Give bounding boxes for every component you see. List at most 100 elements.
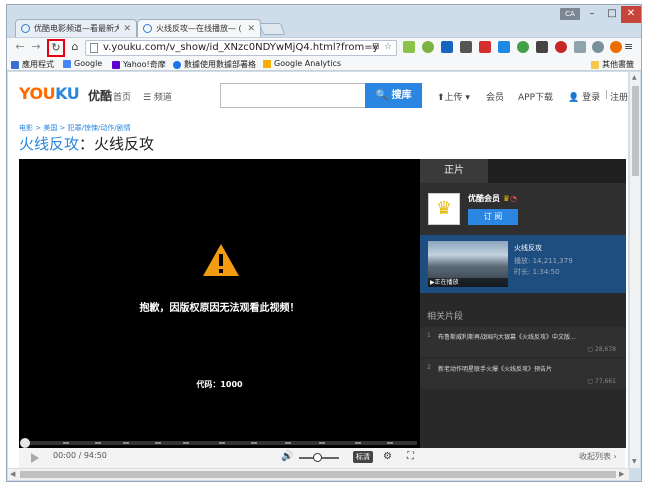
bookmark-google[interactable]: Google: [63, 59, 102, 68]
bookmark-analytics[interactable]: Google Analytics: [263, 59, 341, 68]
ext-image-icon[interactable]: [536, 41, 548, 53]
horizontal-scrollbar[interactable]: ◀ ▶: [8, 468, 629, 480]
scroll-up-icon[interactable]: ▲: [632, 74, 637, 81]
ext-red-icon[interactable]: [479, 41, 491, 53]
tab-youku-movies[interactable]: 优酷电影频道—看最新大 ✕: [15, 19, 137, 37]
close-window-button[interactable]: ✕: [621, 6, 641, 23]
scroll-down-icon[interactable]: ▼: [632, 458, 637, 465]
play-icon[interactable]: [31, 453, 39, 463]
tab-close-icon[interactable]: ✕: [247, 24, 255, 34]
video-thumbnail[interactable]: ▶正在播放: [428, 241, 508, 287]
reload-icon[interactable]: ↻: [47, 39, 65, 57]
ext-shield-icon[interactable]: [574, 41, 586, 53]
tab-close-icon[interactable]: ✕: [123, 24, 131, 34]
chevron-right-icon: ›: [613, 452, 617, 461]
search-button[interactable]: 🔍 搜库: [365, 83, 422, 108]
volume-knob[interactable]: [313, 453, 322, 462]
related-item[interactable]: 2 新老动作明星联手火爆《火线反攻》预告片 ▢ 77,661: [420, 359, 626, 389]
browser-window: 优酷电影频道—看最新大 ✕ 火线反攻—在线播放— ( ✕ CA – □ ✕ ← …: [6, 4, 642, 482]
url-text[interactable]: v.youku.com/v_show/id_XNzc0NDYwMjQ4.html…: [103, 42, 379, 53]
horizontal-scroll-thumb[interactable]: [20, 471, 616, 478]
bookmark-data[interactable]: 數據使用數據部署格: [173, 59, 256, 70]
scroll-left-icon[interactable]: ◀: [10, 470, 15, 478]
bookmark-star-icon[interactable]: ☆: [384, 42, 392, 52]
ext-android-icon[interactable]: [422, 41, 434, 53]
ext-pin-icon[interactable]: [403, 41, 415, 53]
vertical-scrollbar[interactable]: ▲ ▼: [629, 72, 640, 468]
chapter-tick: [251, 442, 257, 444]
bookmark-yahoo[interactable]: Yahoo!奇摩: [112, 59, 166, 70]
ext-green-icon[interactable]: [517, 41, 529, 53]
analytics-icon: [263, 59, 271, 68]
title-link[interactable]: 火线反攻: [19, 135, 79, 153]
translate-icon[interactable]: ⊞: [372, 42, 380, 52]
youku-favicon-icon: [21, 24, 30, 33]
vip-panel: ♛ 优酷会员 ♛◔ 订 阅: [420, 183, 626, 235]
bookmark-apps[interactable]: 應用程式: [11, 59, 54, 70]
now-playing-item[interactable]: ▶正在播放 火线反攻 播放: 14,211,379 时长: 1:34:50: [420, 235, 626, 293]
vip-name-text: 优酷会员: [468, 194, 500, 203]
title-bar: 优酷电影频道—看最新大 ✕ 火线反攻—在线播放— ( ✕ CA – □ ✕: [7, 5, 641, 37]
breadcrumb[interactable]: 电影 > 美国 > 犯罪/惊悚/动作/剧情: [19, 123, 131, 133]
tab-video-page[interactable]: 火线反攻—在线播放— ( ✕: [137, 19, 261, 37]
related-title[interactable]: 新老动作明星联手火爆《火线反攻》预告片: [438, 364, 618, 373]
volume-icon[interactable]: 🔊: [281, 451, 293, 462]
nav-register[interactable]: 注册: [610, 90, 628, 103]
chapter-tick: [123, 442, 129, 444]
bookmark-other[interactable]: 其他書籤: [591, 59, 634, 70]
error-code: 代码：1000: [196, 380, 243, 389]
ext-s-icon[interactable]: [498, 41, 510, 53]
video-player[interactable]: 抱歉，因版权原因无法观看此视频！ 代码：1000: [19, 159, 420, 457]
progress-knob[interactable]: [20, 438, 30, 448]
collapse-list-button[interactable]: 收起列表 ›: [579, 451, 617, 462]
data-icon: [173, 60, 181, 69]
title-rest: ：火线反攻: [79, 135, 155, 153]
google-icon: [63, 59, 71, 68]
chapter-tick: [285, 442, 291, 444]
related-title[interactable]: 布鲁斯威利斯再战国内大银幕《火线反攻》中文版...: [438, 332, 618, 341]
home-icon[interactable]: ⌂: [68, 40, 82, 54]
search-input[interactable]: [220, 83, 366, 108]
quality-button[interactable]: 标清: [353, 451, 373, 463]
now-playing-title[interactable]: 火线反攻: [514, 243, 542, 253]
menu-icon[interactable]: ≡: [624, 40, 633, 53]
ext-opera-icon[interactable]: [555, 41, 567, 53]
forward-icon[interactable]: →: [29, 40, 43, 54]
nav-channel[interactable]: ☰ 频道: [143, 90, 172, 103]
tab-title: 优酷电影频道—看最新大: [34, 24, 120, 33]
youku-logo[interactable]: YOUKU: [19, 84, 80, 103]
vertical-scroll-thumb[interactable]: [632, 86, 639, 176]
maximize-button[interactable]: □: [603, 6, 621, 23]
site-header: YOUKU 优酷 首页 ☰ 频道 🔍 搜库 ⬆上传 ▾ 会员 APP下载 👤 登…: [8, 72, 628, 120]
volume-slider[interactable]: [299, 453, 339, 462]
profile-badge[interactable]: CA: [560, 8, 580, 20]
tab-full-movie[interactable]: 正片: [420, 159, 488, 183]
chapter-tick: [219, 442, 225, 444]
nav-login[interactable]: 👤 登录: [568, 90, 600, 103]
nav-app-download[interactable]: APP下载: [518, 90, 553, 103]
minimize-button[interactable]: –: [583, 6, 601, 23]
bookmark-label: 應用程式: [22, 60, 54, 69]
fullscreen-icon[interactable]: ⛶: [407, 451, 414, 462]
chapter-tick: [319, 442, 325, 444]
address-bar[interactable]: v.youku.com/v_show/id_XNzc0NDYwMjQ4.html…: [85, 40, 397, 56]
scroll-right-icon[interactable]: ▶: [619, 470, 624, 478]
related-number: 1: [427, 332, 431, 339]
ext-translate-icon[interactable]: [441, 41, 453, 53]
related-item[interactable]: 1 布鲁斯威利斯再战国内大银幕《火线反攻》中文版... ▢ 28,678: [420, 327, 626, 357]
progress-bar[interactable]: [20, 438, 417, 448]
ext-tool-icon[interactable]: [460, 41, 472, 53]
subscribe-button[interactable]: 订 阅: [468, 209, 518, 225]
ext-firefox-icon[interactable]: [610, 41, 622, 53]
back-icon[interactable]: ←: [13, 40, 27, 54]
new-tab-button[interactable]: [258, 23, 286, 35]
nav-member[interactable]: 会员: [486, 90, 504, 103]
nav-home[interactable]: 首页: [113, 90, 131, 103]
crown-icon[interactable]: ♛: [428, 193, 460, 225]
tab-title: 火线反攻—在线播放— (: [156, 24, 242, 33]
vip-name[interactable]: 优酷会员 ♛◔: [468, 193, 517, 204]
ext-globe-icon[interactable]: [592, 41, 604, 53]
logo-chinese: 优酷: [88, 89, 113, 103]
nav-upload[interactable]: ⬆上传 ▾: [437, 90, 470, 103]
settings-gear-icon[interactable]: ⚙: [383, 451, 392, 462]
